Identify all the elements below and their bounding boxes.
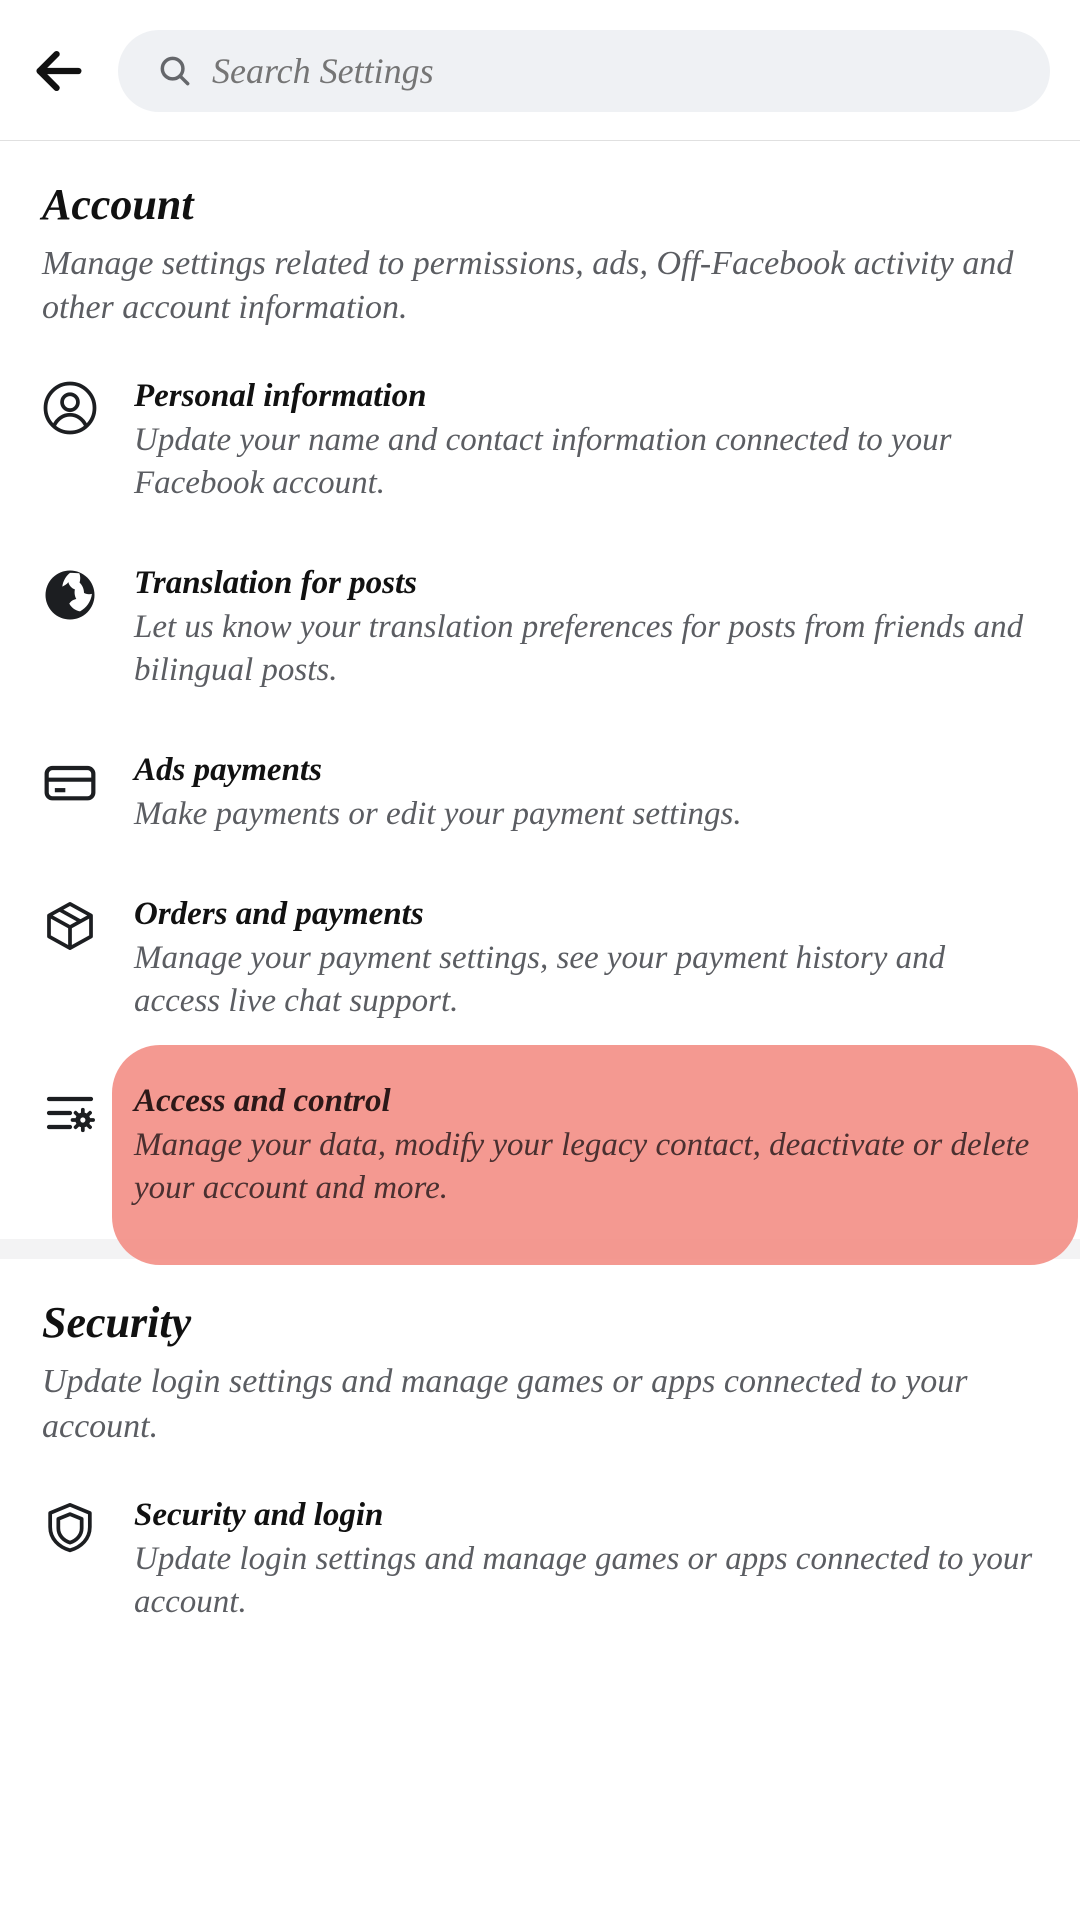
search-input[interactable] [212, 50, 1012, 92]
globe-icon [42, 567, 98, 623]
item-title: Translation for posts [134, 565, 1038, 602]
section-title: Security [42, 1297, 1038, 1348]
section-title: Account [42, 179, 1038, 230]
search-icon [156, 52, 194, 90]
header [0, 0, 1080, 141]
item-ads-payments[interactable]: Ads payments Make payments or edit your … [42, 722, 1038, 866]
section-security: Security Update login settings and manag… [0, 1259, 1080, 1653]
item-desc: Manage your payment settings, see your p… [134, 937, 1038, 1023]
item-desc: Manage your data, modify your legacy con… [134, 1124, 1038, 1210]
controls-icon [42, 1085, 98, 1141]
search-field[interactable] [118, 30, 1050, 112]
section-desc: Manage settings related to permissions, … [42, 242, 1038, 330]
item-title: Security and login [134, 1497, 1038, 1534]
back-button[interactable] [30, 42, 88, 100]
item-translation-for-posts[interactable]: Translation for posts Let us know your t… [42, 535, 1038, 722]
item-desc: Update login settings and manage games o… [134, 1538, 1038, 1624]
item-security-and-login[interactable]: Security and login Update login settings… [42, 1467, 1038, 1654]
item-title: Ads payments [134, 752, 1038, 789]
card-icon [42, 754, 98, 810]
item-title: Orders and payments [134, 896, 1038, 933]
item-desc: Let us know your translation preferences… [134, 606, 1038, 692]
item-orders-and-payments[interactable]: Orders and payments Manage your payment … [42, 866, 1038, 1053]
item-desc: Update your name and contact information… [134, 419, 1038, 505]
section-desc: Update login settings and manage games o… [42, 1360, 1038, 1448]
section-account: Account Manage settings related to permi… [0, 141, 1080, 1239]
item-title: Access and control [134, 1083, 1038, 1120]
package-icon [42, 898, 98, 954]
shield-icon [42, 1499, 98, 1555]
item-access-and-control[interactable]: Access and control Manage your data, mod… [42, 1053, 1038, 1240]
person-icon [42, 380, 98, 436]
item-personal-information[interactable]: Personal information Update your name an… [42, 348, 1038, 535]
arrow-left-icon [30, 42, 88, 100]
item-title: Personal information [134, 378, 1038, 415]
item-desc: Make payments or edit your payment setti… [134, 793, 1038, 836]
